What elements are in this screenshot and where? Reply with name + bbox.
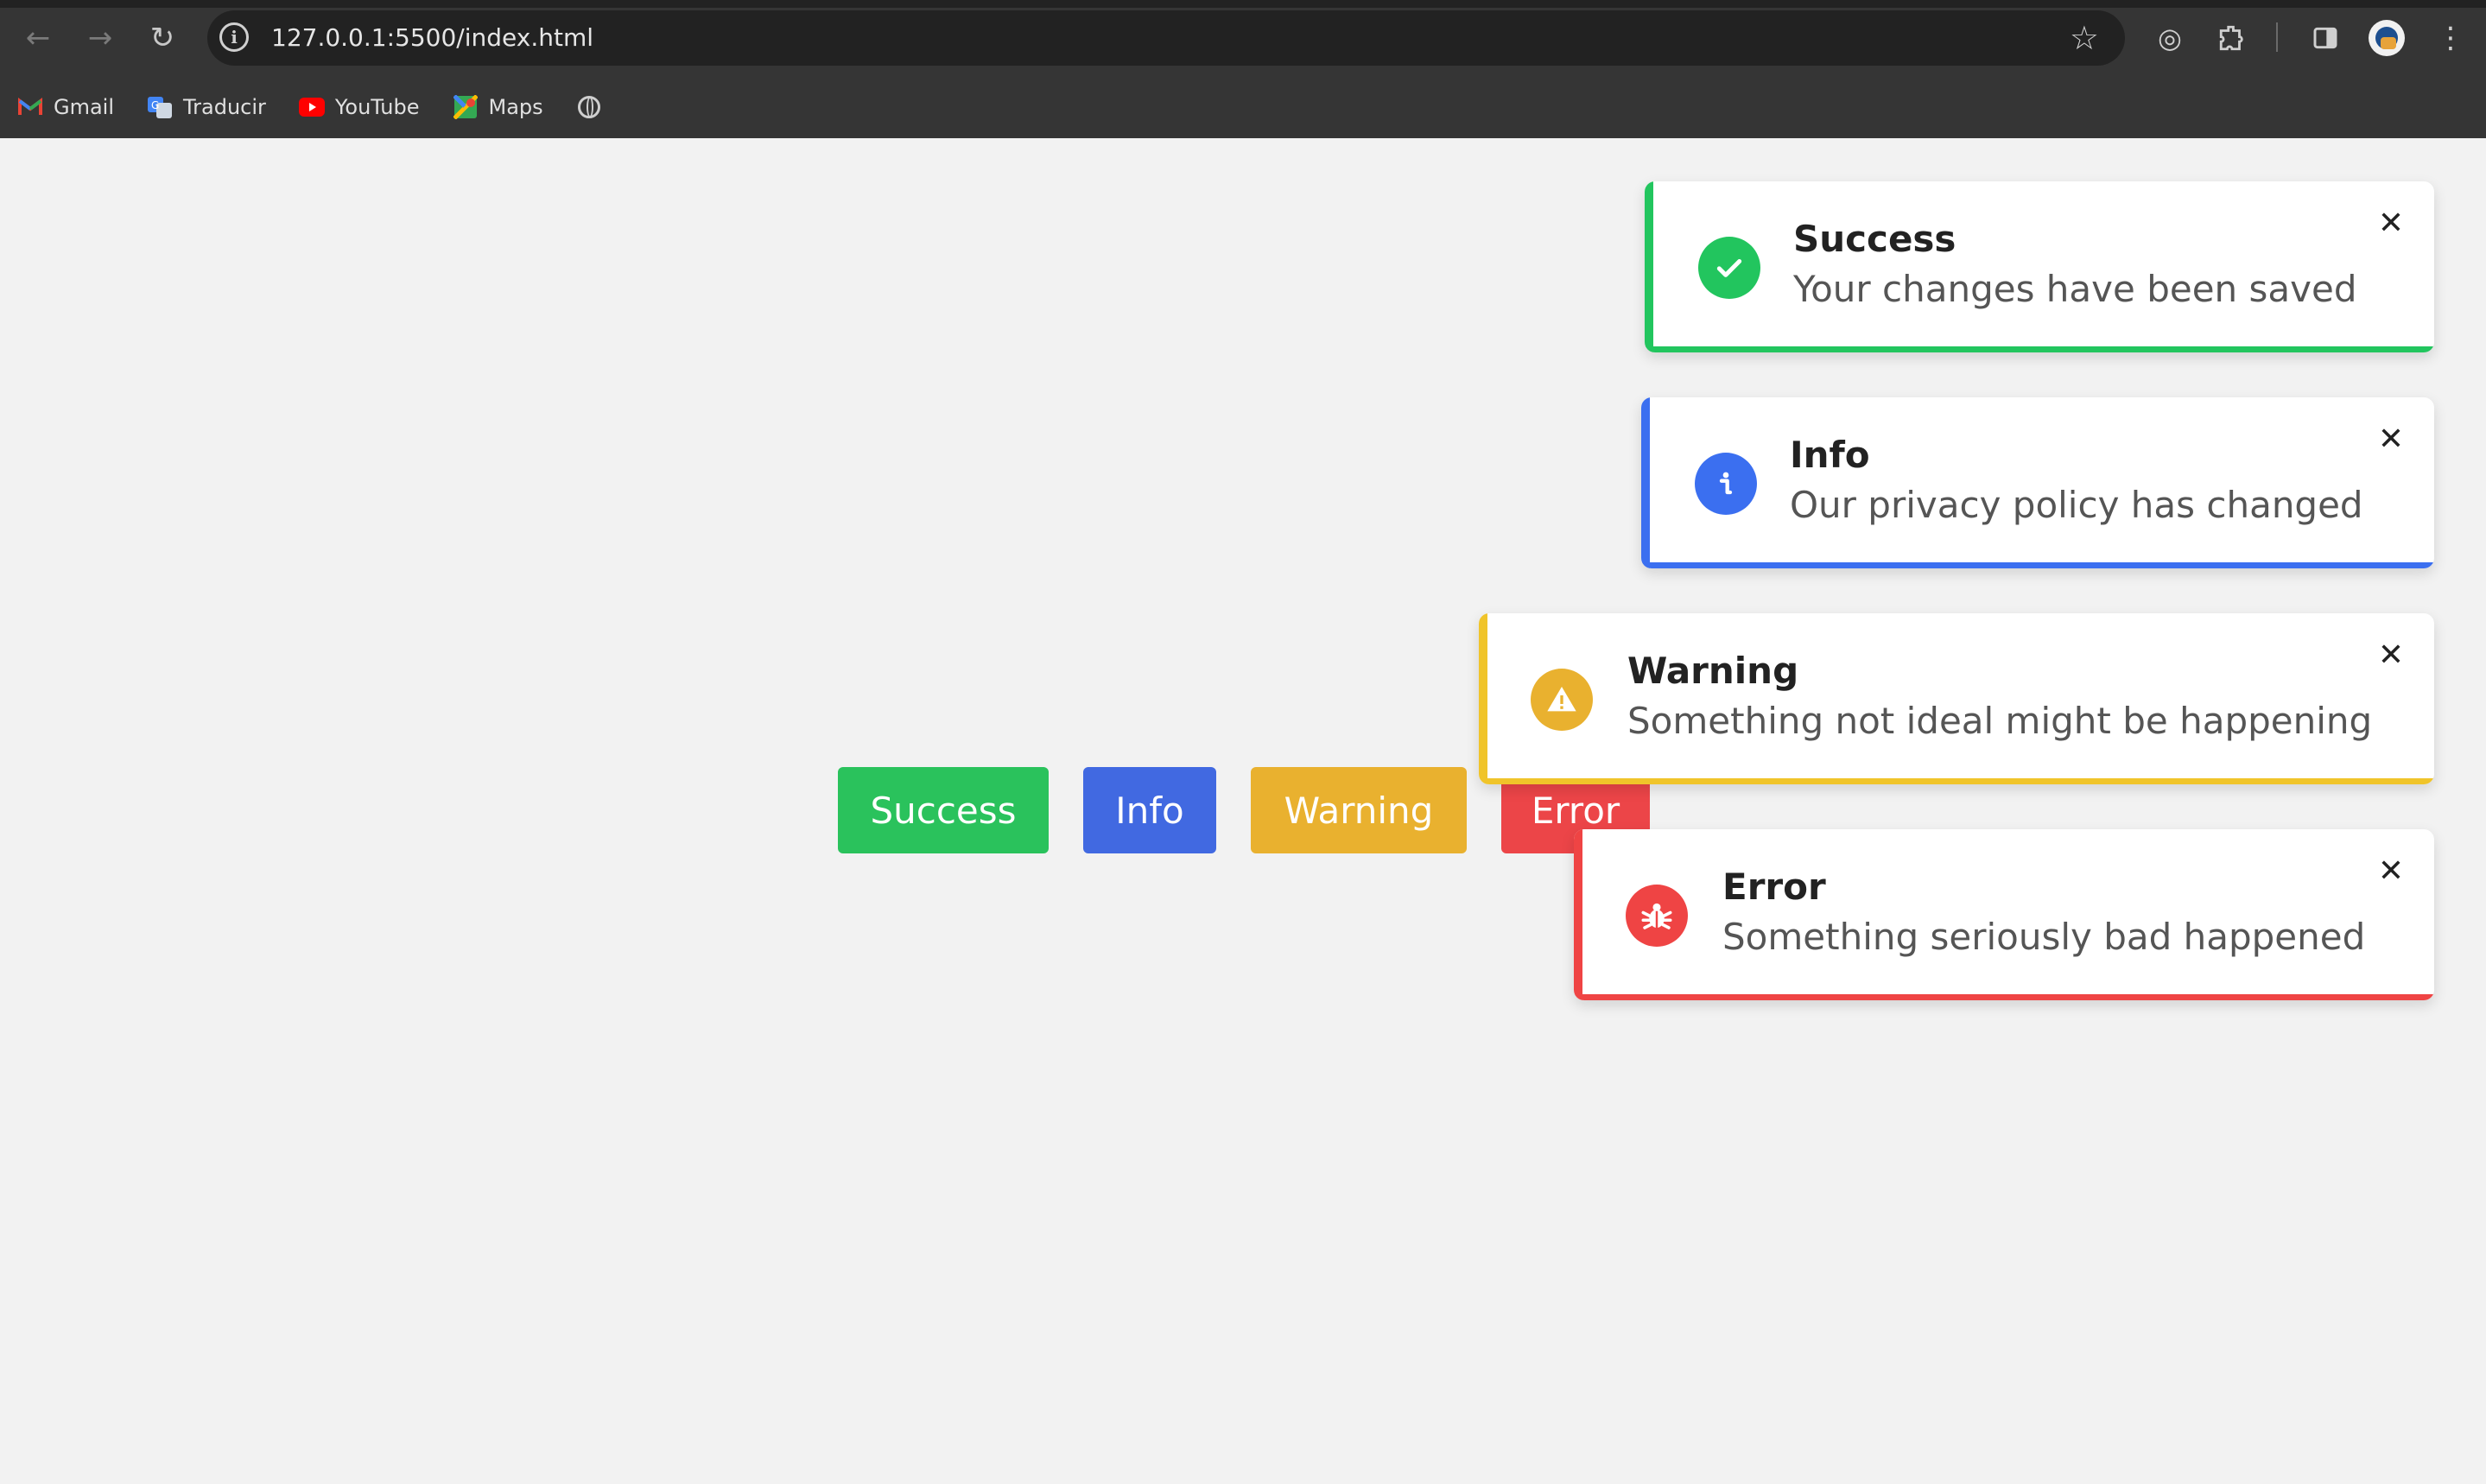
toast-accent-bar	[1479, 613, 1487, 784]
bookmark-label: Maps	[488, 95, 543, 119]
svg-text:G: G	[151, 99, 159, 111]
toast-progress-bar	[1645, 346, 2434, 352]
bookmark-maps[interactable]: Maps	[453, 94, 543, 120]
menu-kebab-icon[interactable]: ⋮	[2436, 19, 2465, 57]
toast-title: Error	[1722, 866, 1826, 908]
check-icon	[1698, 237, 1760, 299]
toast-title: Info	[1790, 434, 1870, 476]
success-button[interactable]: Success	[838, 767, 1049, 853]
address-bar[interactable]: i 127.0.0.1:5500/index.html ☆	[207, 10, 2125, 66]
bookmark-gmail[interactable]: Gmail	[17, 94, 114, 120]
toast-warning: Warning Something not ideal might be hap…	[1479, 613, 2434, 784]
side-panel-icon[interactable]	[2303, 16, 2348, 60]
info-icon	[1695, 453, 1757, 515]
globe-icon	[576, 94, 602, 120]
toast-title: Success	[1793, 218, 1956, 260]
browser-toolbar: ← → ↻ i 127.0.0.1:5500/index.html ☆ ◎ ⋮ …	[0, 0, 2486, 138]
extensions-icon[interactable]	[2210, 16, 2255, 60]
youtube-icon	[298, 94, 325, 120]
toast-accent-bar	[1641, 397, 1650, 568]
toast-message: Our privacy policy has changed	[1790, 484, 2363, 526]
info-button[interactable]: Info	[1083, 767, 1216, 853]
back-button[interactable]: ←	[17, 17, 59, 59]
toast-info: Info Our privacy policy has changed ✕	[1641, 397, 2434, 568]
bookmark-youtube[interactable]: YouTube	[298, 94, 420, 120]
toast-progress-bar	[1574, 994, 2434, 1000]
translate-icon: G	[147, 94, 173, 120]
reload-icon: ↻	[149, 21, 175, 55]
bug-icon	[1626, 885, 1688, 947]
toast-error: Error Something seriously bad happened ✕	[1574, 829, 2434, 1000]
lens-icon[interactable]: ◎	[2147, 16, 2192, 60]
toast-accent-bar	[1574, 829, 1582, 1000]
toast-accent-bar	[1645, 181, 1653, 352]
profile-avatar[interactable]	[2369, 20, 2405, 56]
close-icon[interactable]: ✕	[2374, 422, 2408, 457]
site-info-icon[interactable]: i	[219, 22, 249, 52]
forward-button[interactable]: →	[79, 17, 121, 59]
toolbar-divider	[2276, 22, 2278, 52]
arrow-left-icon: ←	[25, 21, 51, 55]
bookmark-star-icon[interactable]: ☆	[2070, 18, 2099, 58]
tab-strip	[0, 0, 2486, 8]
bookmark-globe[interactable]	[576, 94, 612, 120]
toast-message: Something not ideal might be happening	[1627, 700, 2373, 742]
gmail-icon	[17, 94, 43, 120]
reload-button[interactable]: ↻	[142, 17, 183, 59]
bookmark-traducir[interactable]: G Traducir	[147, 94, 266, 120]
bookmark-label: Gmail	[54, 95, 115, 119]
maps-icon	[453, 94, 479, 120]
warning-button[interactable]: Warning	[1251, 767, 1467, 853]
bookmark-label: YouTube	[334, 95, 420, 119]
url-text[interactable]: 127.0.0.1:5500/index.html	[271, 22, 593, 54]
toast-message: Something seriously bad happened	[1722, 916, 2366, 958]
bookmarks-bar: Gmail G Traducir YouTube Maps	[17, 90, 645, 124]
toast-message: Your changes have been saved	[1793, 268, 2357, 310]
toast-title: Warning	[1627, 650, 1799, 692]
warning-icon	[1531, 669, 1593, 731]
close-icon[interactable]: ✕	[2374, 637, 2408, 673]
bookmark-label: Traducir	[183, 95, 266, 119]
arrow-right-icon: →	[87, 21, 113, 55]
toast-progress-bar	[1479, 778, 2434, 784]
close-icon[interactable]: ✕	[2374, 853, 2408, 889]
toast-success: Success Your changes have been saved ✕	[1645, 181, 2434, 352]
close-icon[interactable]: ✕	[2374, 206, 2408, 241]
toast-progress-bar	[1641, 562, 2434, 568]
